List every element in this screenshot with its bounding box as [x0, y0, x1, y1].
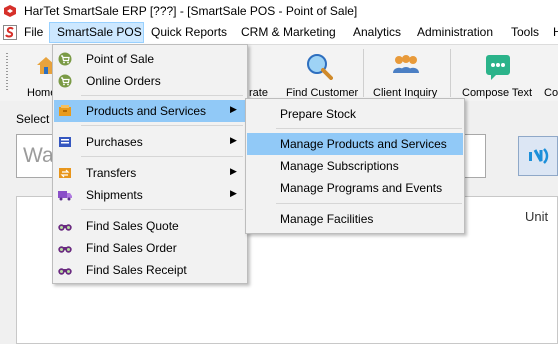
menu-crm-marketing[interactable]: CRM & Marketing [241, 25, 336, 39]
nfc-icon [529, 148, 549, 164]
binoculars-icon [58, 268, 72, 275]
menu-item-shipments[interactable]: Shipments ▶ [54, 184, 246, 206]
menu-item-find-sales-quote[interactable]: Find Sales Quote [54, 215, 246, 237]
select-label: Select [16, 112, 50, 126]
menu-item-products-and-services[interactable]: Products and Services ▶ [54, 100, 246, 122]
ribbon-separator [450, 49, 451, 97]
menu-separator [81, 209, 243, 210]
menu-administration[interactable]: Administration [417, 25, 493, 39]
title-bar: HarTet SmartSale ERP [???] - [SmartSale … [0, 0, 558, 22]
menu-separator [276, 203, 462, 204]
cart-icon [58, 52, 72, 66]
menu-item-manage-facilities[interactable]: Manage Facilities [247, 208, 463, 230]
ribbon-compose-text-label[interactable]: Compose Text [462, 87, 532, 99]
submenu-arrow-icon: ▶ [230, 166, 237, 176]
submenu-arrow-icon: ▶ [230, 104, 237, 114]
menu-item-label: Find Sales Receipt [86, 263, 187, 277]
menu-item-transfers[interactable]: Transfers ▶ [54, 162, 246, 184]
smartsale-pos-dropdown: Point of Sale Online Orders Products and… [52, 44, 248, 284]
products-and-services-submenu: Prepare Stock Manage Products and Servic… [245, 98, 465, 234]
window-title: HarTet SmartSale ERP [???] - [SmartSale … [24, 4, 358, 18]
menu-analytics[interactable]: Analytics [353, 25, 401, 39]
purchases-icon [59, 137, 71, 147]
submenu-arrow-icon: ▶ [230, 188, 237, 198]
menu-item-manage-subscriptions[interactable]: Manage Subscriptions [247, 155, 463, 177]
chat-bubble-icon [486, 55, 510, 80]
menu-item-label: Products and Services [86, 104, 207, 118]
shipments-icon [58, 191, 72, 201]
menu-item-manage-programs-and-events[interactable]: Manage Programs and Events [247, 177, 463, 199]
menu-item-point-of-sale[interactable]: Point of Sale [54, 48, 246, 70]
binoculars-icon [58, 246, 72, 253]
menu-item-find-sales-order[interactable]: Find Sales Order [54, 237, 246, 259]
menu-item-prepare-stock[interactable]: Prepare Stock [247, 103, 463, 125]
menu-file[interactable]: File [24, 25, 43, 39]
grid-header-unit: Unit [525, 209, 549, 224]
submenu-arrow-icon: ▶ [230, 135, 237, 145]
menu-separator [81, 95, 243, 96]
menu-item-label: Shipments [86, 188, 143, 202]
menu-item-label: Manage Programs and Events [280, 181, 443, 195]
magnifier-icon [307, 54, 333, 80]
menu-item-online-orders[interactable]: Online Orders [54, 70, 246, 92]
menu-item-label: Find Sales Order [86, 241, 177, 255]
menu-item-label: Online Orders [86, 74, 161, 88]
menu-item-manage-products-and-services[interactable]: Manage Products and Services [247, 133, 463, 155]
menu-item-find-sales-receipt[interactable]: Find Sales Receipt [54, 259, 246, 281]
ribbon-compose-label[interactable]: Co [544, 87, 558, 99]
menu-separator [276, 128, 462, 129]
people-group-icon [393, 55, 419, 73]
menu-help[interactable]: H [553, 25, 558, 39]
menu-item-label: Prepare Stock [280, 107, 357, 121]
products-icon [59, 105, 71, 116]
menu-item-label: Manage Subscriptions [280, 159, 399, 173]
app-menu-icon[interactable] [3, 25, 17, 40]
menu-item-label: Point of Sale [86, 52, 155, 66]
ribbon-separator [363, 49, 364, 97]
nfc-button[interactable] [518, 136, 558, 176]
transfers-icon [59, 168, 71, 178]
menu-item-label: Manage Facilities [280, 212, 374, 226]
menu-item-label: Transfers [86, 166, 137, 180]
menu-item-label: Find Sales Quote [86, 219, 179, 233]
menu-bar: File SmartSale POS Quick Reports CRM & M… [0, 22, 558, 44]
menu-item-label: Manage Products and Services [280, 137, 447, 151]
menu-item-label: Purchases [86, 135, 143, 149]
menu-separator [81, 156, 243, 157]
toolbar-grip[interactable] [6, 53, 8, 91]
binoculars-icon [58, 224, 72, 231]
menu-quick-reports[interactable]: Quick Reports [151, 25, 227, 39]
menu-separator [81, 125, 243, 126]
app-logo-icon [4, 5, 16, 17]
menu-smartsale-pos[interactable]: SmartSale POS [57, 25, 142, 39]
cart-icon [58, 74, 72, 88]
menu-tools[interactable]: Tools [511, 25, 539, 39]
menu-item-purchases[interactable]: Purchases ▶ [54, 131, 246, 153]
